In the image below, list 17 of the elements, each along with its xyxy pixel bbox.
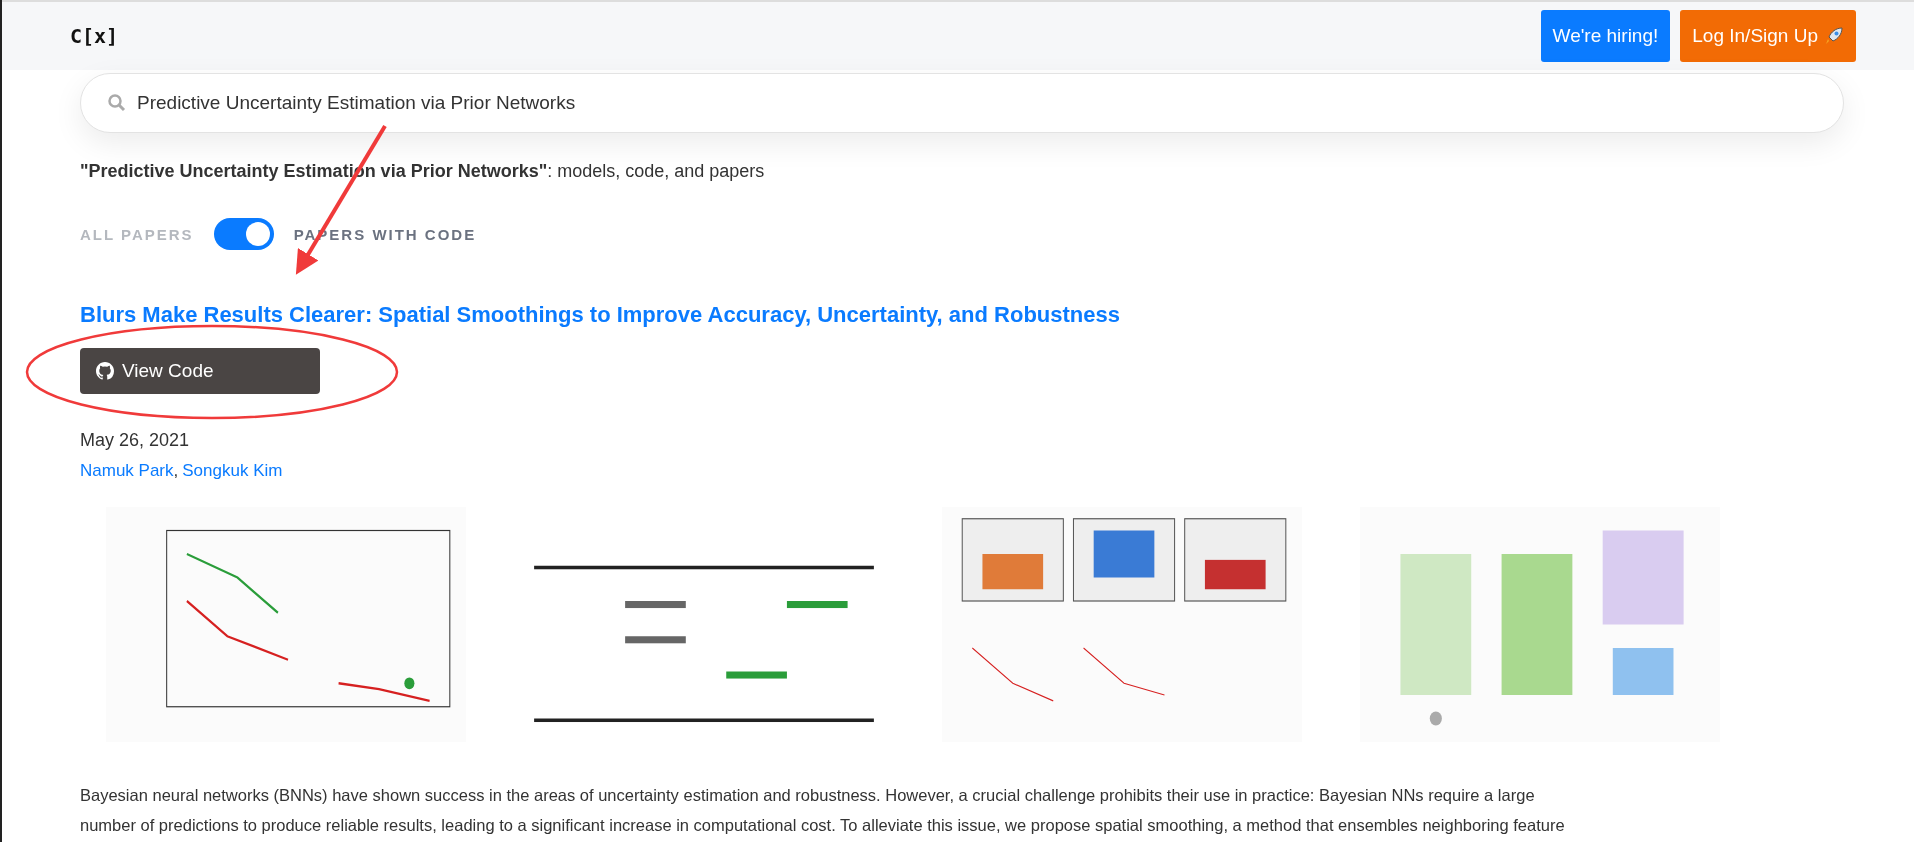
view-code-button[interactable]: View Code (80, 348, 320, 394)
filter-label: ALL PAPERS (80, 225, 194, 243)
rocket-icon (1824, 26, 1844, 46)
abstract-line: Bayesian neural networks (BNNs) have shown success in the areas of uncertainty estimation and robustness. However, a crucial challenge prohibits their use in practice: Bayesian NNs require a large (80, 785, 1536, 806)
paper-date: May 26, 2021 (80, 430, 191, 451)
login-button[interactable]: Log In/Sign Up (1680, 10, 1856, 62)
logo[interactable]: C[x] (70, 24, 119, 48)
filter-switch[interactable] (213, 218, 274, 250)
author-separator: , (173, 461, 179, 481)
search-icon (108, 94, 126, 112)
author-link[interactable]: Songkuk Kim (182, 461, 283, 481)
abstract-line: number of predictions to produce reliable results, leading to a significant increase in computational cost. To alleviate this issue, we propose spatial smoothing, a method that ensembles neighboring feature (80, 815, 1566, 836)
github-icon (96, 362, 114, 380)
paper-title-link[interactable]: Blurs Make Results Clearer: Spatial Smoothings to Improve Accuracy, Uncertainty, and Robustness (80, 302, 1844, 328)
search-field[interactable]: Predictive Uncertainty Estimation via Prior Networks (80, 73, 1844, 133)
hiring-button[interactable]: We're hiring! (1540, 10, 1671, 62)
author-link[interactable]: Namuk Park (80, 461, 174, 481)
